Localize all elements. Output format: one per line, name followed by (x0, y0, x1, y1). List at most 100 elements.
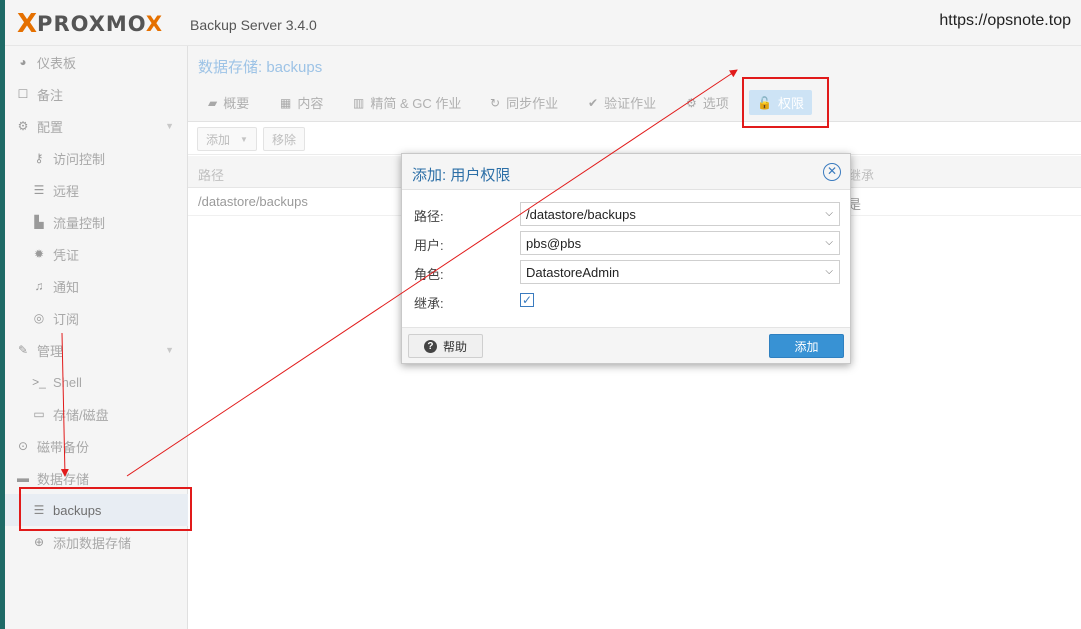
logo-x-end: X (145, 12, 164, 36)
sidebar-item-label: 通知 (53, 279, 80, 295)
path-combobox[interactable]: /datastore/backups ⌵ (520, 202, 840, 226)
propagate-label: 继承: (414, 296, 444, 311)
permissions-toolbar: 添加 ▼ 移除 (188, 123, 1081, 155)
server-icon: ☰ (33, 183, 45, 197)
sidebar-item-tape-backup[interactable]: ⊙ 磁带备份 (5, 430, 188, 462)
tab-label: 同步作业 (506, 96, 559, 111)
certificate-icon: ✹ (33, 247, 45, 261)
sidebar-item-dashboard[interactable]: ◕ 仪表板 (5, 46, 188, 78)
help-button[interactable]: ? 帮助 (408, 334, 483, 358)
sidebar-item-label: 备注 (37, 87, 64, 103)
sidebar-item-certificates[interactable]: ✹ 凭证 (5, 238, 188, 270)
sidebar-item-label: 配置 (37, 119, 64, 135)
book-icon: ▰ (208, 95, 218, 110)
question-circle-icon: ? (423, 339, 437, 353)
dialog-footer: ? 帮助 添加 (402, 327, 850, 363)
close-icon[interactable]: ✕ (823, 163, 841, 181)
tab-bar: ▰ 概要 ▦ 内容 ▥ 精简 & GC 作业 ↻ 同步作业 ✔ 验证作业 ⚙ 选项 🔓 权限 (188, 84, 1081, 122)
tab-label: 选项 (702, 96, 729, 111)
role-label: 角色: (414, 267, 444, 282)
dashboard-icon: ◕ (19, 55, 27, 69)
check-circle-icon: ✔ (588, 95, 599, 110)
column-header-path[interactable]: 路径 (198, 165, 224, 184)
key-icon: ⚷ (34, 151, 44, 165)
role-row: 角色: DatastoreAdmin ⌵ (414, 260, 840, 284)
sidebar-item-label: 流量控制 (53, 215, 106, 231)
sidebar-item-storage-disks[interactable]: ▭ 存储/磁盘 (5, 398, 188, 430)
sidebar-item-administration[interactable]: ✎ 管理 ▼ (5, 334, 188, 366)
app-version: Backup Server 3.4.0 (190, 17, 317, 33)
bar-chart-icon: ▙ (34, 215, 44, 229)
sidebar-item-label: 远程 (53, 183, 80, 199)
bell-icon: ♫ (34, 279, 44, 293)
user-row: 用户: pbs@pbs ⌵ (414, 231, 840, 255)
sidebar-item-shell[interactable]: >_ Shell (5, 366, 188, 398)
tab-summary[interactable]: ▰ 概要 (200, 90, 257, 115)
sidebar-item-label: 数据存储 (37, 471, 90, 487)
add-menu-label: 添加 (206, 132, 231, 147)
support-icon: ◎ (33, 311, 45, 325)
sidebar-item-traffic-control[interactable]: ▙ 流量控制 (5, 206, 188, 238)
chevron-down-icon: ▼ (240, 134, 248, 144)
path-value: /datastore/backups (526, 207, 636, 222)
chevron-down-icon[interactable]: ▼ (165, 121, 174, 131)
terminal-icon: >_ (32, 375, 46, 389)
remove-button[interactable]: 移除 (263, 127, 306, 151)
sidebar-item-subscription[interactable]: ◎ 订阅 (5, 302, 188, 334)
sidebar-item-label: 凭证 (53, 247, 80, 263)
sidebar-item-label: 管理 (37, 343, 64, 359)
wrench-icon: ✎ (17, 343, 29, 357)
chevron-down-icon[interactable]: ⌵ (825, 266, 833, 277)
propagate-row: 继承: ✓ (414, 289, 840, 313)
gear-icon: ⚙ (686, 95, 697, 110)
dialog-header: 添加: 用户权限 ✕ (402, 154, 850, 190)
sidebar-item-label: 仪表板 (37, 55, 77, 71)
notes-icon: ☐ (17, 87, 29, 101)
propagate-checkbox[interactable]: ✓ (520, 293, 534, 307)
top-header: X PROXMOX Backup Server 3.4.0 https://op… (5, 0, 1081, 46)
chevron-down-icon[interactable]: ⌵ (825, 208, 833, 219)
submit-add-button[interactable]: 添加 (769, 334, 844, 358)
chevron-down-icon[interactable]: ▼ (165, 345, 174, 355)
tape-icon: ⊙ (17, 439, 29, 453)
path-row: 路径: /datastore/backups ⌵ (414, 202, 840, 226)
panel-title-bar: 数据存储: backups (188, 46, 1081, 84)
sidebar-item-access-control[interactable]: ⚷ 访问控制 (5, 142, 188, 174)
add-menu-button[interactable]: 添加 ▼ (197, 127, 257, 151)
role-combobox[interactable]: DatastoreAdmin ⌵ (520, 260, 840, 284)
sidebar-nav: ◕ 仪表板 ☐ 备注 ⚙ 配置 ▼ ⚷ 访问控制 ☰ 远程 ▙ 流量控制 ✹ 凭证 ♫ 通知 ◎ 订… (5, 46, 188, 629)
chevron-down-icon[interactable]: ⌵ (825, 237, 833, 248)
gears-icon: ⚙ (17, 119, 29, 133)
logo-pro: PRO (37, 12, 89, 36)
user-label: 用户: (414, 238, 444, 253)
add-user-permission-dialog: 添加: 用户权限 ✕ 路径: /datastore/backups ⌵ 用户: … (401, 153, 851, 364)
user-value: pbs@pbs (526, 236, 582, 251)
sidebar-item-notifications[interactable]: ♫ 通知 (5, 270, 188, 302)
checkmark-icon: ✓ (521, 293, 533, 307)
tab-content[interactable]: ▦ 内容 (272, 90, 331, 115)
sidebar-item-label: 磁带备份 (37, 439, 90, 455)
sidebar-item-notes[interactable]: ☐ 备注 (5, 78, 188, 110)
tab-label: 内容 (297, 96, 324, 111)
dialog-title: 添加: 用户权限 (412, 167, 511, 184)
remove-label: 移除 (272, 132, 297, 147)
tab-sync-jobs[interactable]: ↻ 同步作业 (482, 90, 566, 115)
annotation-box-permissions-tab (742, 77, 829, 128)
user-combobox[interactable]: pbs@pbs ⌵ (520, 231, 840, 255)
plus-circle-icon: ⊕ (33, 535, 45, 549)
tab-prune-gc[interactable]: ▥ 精简 & GC 作业 (345, 90, 469, 115)
app-window: X PROXMOX Backup Server 3.4.0 https://op… (0, 0, 1081, 629)
tab-label: 验证作业 (604, 96, 657, 111)
tab-verify-jobs[interactable]: ✔ 验证作业 (580, 90, 664, 115)
sidebar-item-label: 订阅 (53, 311, 80, 327)
logo-xmo: XMO (88, 12, 146, 36)
th-icon: ▦ (280, 95, 292, 110)
column-header-propagate[interactable]: 继承 (848, 165, 874, 184)
sidebar-item-remotes[interactable]: ☰ 远程 (5, 174, 188, 206)
sidebar-item-configuration[interactable]: ⚙ 配置 ▼ (5, 110, 188, 142)
role-value: DatastoreAdmin (526, 265, 620, 280)
archive-icon: ▬ (17, 471, 29, 485)
tab-options[interactable]: ⚙ 选项 (678, 90, 737, 115)
watermark-url: https://opsnote.top (939, 12, 1071, 29)
refresh-icon: ↻ (490, 95, 501, 110)
